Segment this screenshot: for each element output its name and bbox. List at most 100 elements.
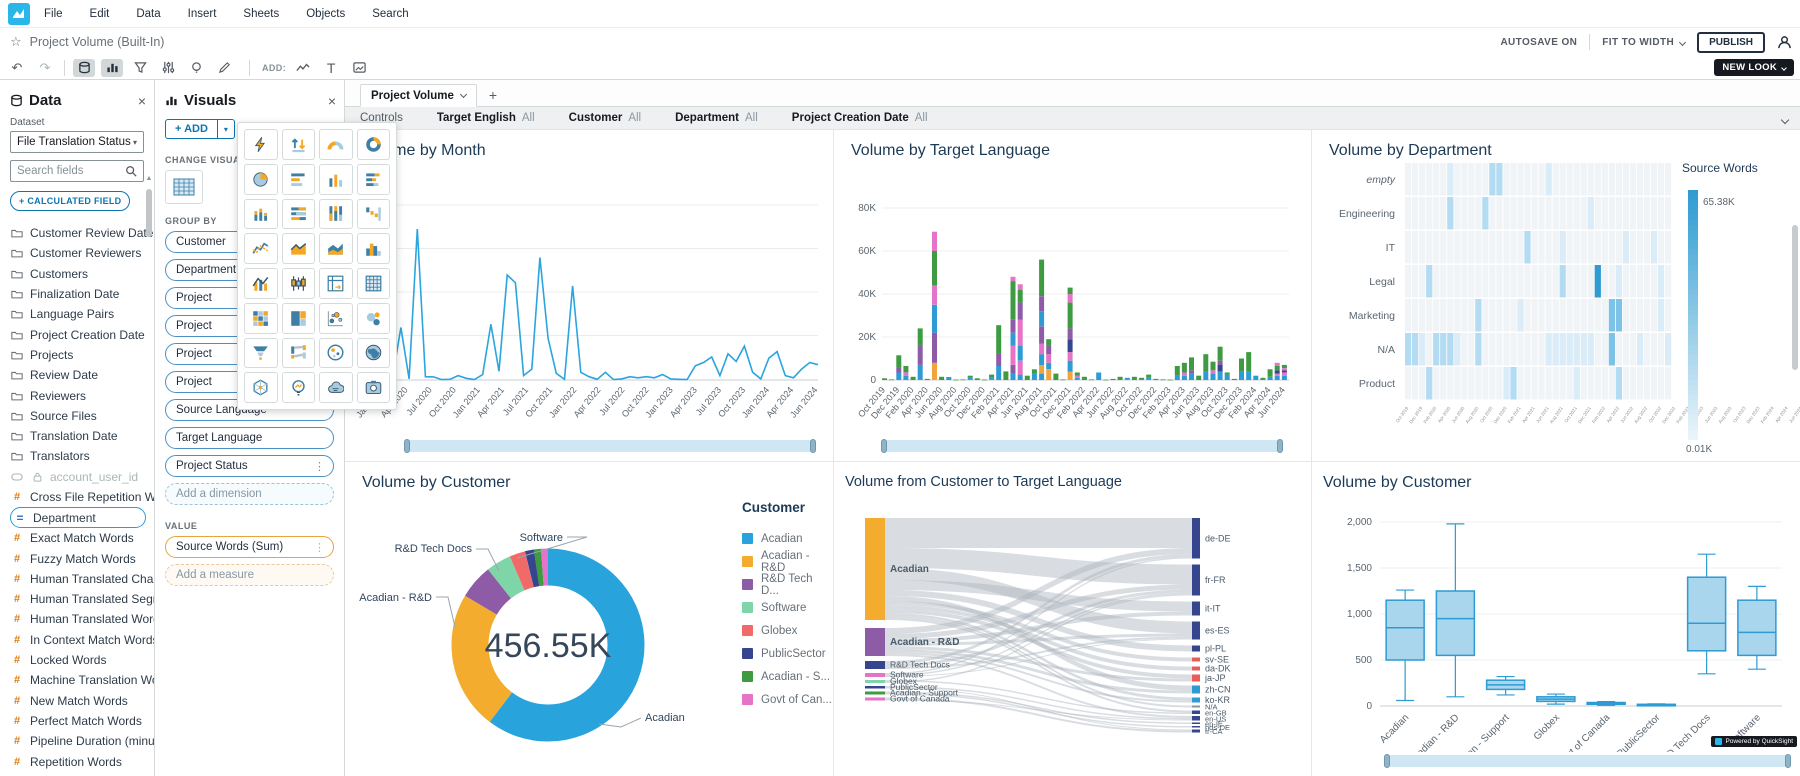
visual-type-pie-chart-icon[interactable] xyxy=(244,164,278,195)
publish-button[interactable]: PUBLISH xyxy=(1697,32,1765,53)
field-human-translated-words[interactable]: #Human Translated Words xyxy=(10,609,154,629)
month-range-slider[interactable] xyxy=(405,440,815,452)
visual-type-pivot-table-icon[interactable] xyxy=(319,268,353,299)
well-menu-icon[interactable]: ⋮ xyxy=(314,460,325,473)
sheet-tab[interactable]: Project Volume xyxy=(360,84,477,107)
filter-project-creation-date[interactable]: Project Creation DateAll xyxy=(792,112,928,124)
field-folder[interactable]: Customer Reviewers xyxy=(10,243,154,263)
value-well[interactable]: Source Words (Sum)⋮ xyxy=(165,536,334,558)
visual-type-box-plot-icon[interactable] xyxy=(282,268,316,299)
add-text-icon[interactable]: T xyxy=(320,59,342,77)
collapse-controls-icon[interactable] xyxy=(1782,114,1788,126)
filter-target-english[interactable]: Target EnglishAll xyxy=(437,112,535,124)
group-by-well[interactable]: Target Language xyxy=(165,427,334,449)
field-folder[interactable]: Translation Date xyxy=(10,426,154,446)
visual-type-horizontal-bar-chart-icon[interactable] xyxy=(282,164,316,195)
visual-type-horizontal-100-stacked-bar-chart-icon[interactable] xyxy=(282,199,316,230)
field-human-translated-segments[interactable]: #Human Translated Segments xyxy=(10,589,154,609)
visual-type-area-line-chart-icon[interactable] xyxy=(282,233,316,264)
visual-type-table-icon[interactable] xyxy=(357,268,391,299)
field-folder[interactable]: Reviewers xyxy=(10,385,154,405)
undo-icon[interactable]: ↶ xyxy=(6,59,28,77)
visual-type-line-chart-icon[interactable] xyxy=(244,233,278,264)
visual-type-tree-map-icon[interactable] xyxy=(282,303,316,334)
field-folder[interactable]: Projects xyxy=(10,345,154,365)
add-image-icon[interactable] xyxy=(348,59,370,77)
visual-type-funnel-chart-icon[interactable] xyxy=(244,338,278,369)
menu-edit[interactable]: Edit xyxy=(90,8,110,20)
parameters-icon[interactable] xyxy=(157,59,179,77)
target-language-range-slider[interactable] xyxy=(882,440,1282,452)
visual-type-gauge-icon[interactable] xyxy=(319,129,353,160)
menu-insert[interactable]: Insert xyxy=(188,8,217,20)
visual-type-kpi-icon[interactable] xyxy=(282,129,316,160)
filter-customer[interactable]: CustomerAll xyxy=(569,112,641,124)
visual-type-histogram-icon[interactable] xyxy=(357,233,391,264)
quicksight-logo-icon[interactable] xyxy=(8,3,30,25)
field-human-translated-characters[interactable]: #Human Translated Characters xyxy=(10,569,154,589)
field-machine-translation-words[interactable]: #Machine Translation Words xyxy=(10,670,154,690)
visuals-panel-close-icon[interactable]: × xyxy=(328,94,336,108)
field-folder[interactable]: Translators xyxy=(10,446,154,466)
visual-type-bubble-chart-icon[interactable] xyxy=(357,303,391,334)
insights-icon[interactable] xyxy=(185,59,207,77)
current-visual-table-tile[interactable] xyxy=(165,170,203,204)
legend-item[interactable]: Globex xyxy=(742,619,832,642)
field-pipeline-duration-minutes-[interactable]: #Pipeline Duration (minutes) xyxy=(10,731,154,751)
visual-type-stacked-area-chart-icon[interactable] xyxy=(319,233,353,264)
menu-file[interactable]: File xyxy=(44,8,63,20)
add-visual-caret[interactable]: ▾ xyxy=(218,119,235,139)
visual-type-insight-icon[interactable] xyxy=(282,372,316,403)
visual-type-horizontal-stacked-bar-chart-icon[interactable] xyxy=(357,164,391,195)
menu-sheets[interactable]: Sheets xyxy=(243,8,279,20)
well-menu-icon[interactable]: ⋮ xyxy=(314,541,325,554)
field-folder[interactable]: Finalization Date xyxy=(10,284,154,304)
field-repetition-words[interactable]: #Repetition Words xyxy=(10,751,154,771)
field-exact-match-words[interactable]: #Exact Match Words xyxy=(10,528,154,548)
menu-search[interactable]: Search xyxy=(372,8,408,20)
user-icon[interactable] xyxy=(1777,35,1792,50)
visual-type-radar-chart-icon[interactable] xyxy=(244,372,278,403)
visual-type-points-on-map-icon[interactable] xyxy=(319,338,353,369)
field-folder[interactable]: Review Date xyxy=(10,365,154,385)
visual-type-sankey-diagram-icon[interactable] xyxy=(282,338,316,369)
legend-item[interactable]: Acadian - S... xyxy=(742,665,832,688)
data-icon[interactable] xyxy=(73,59,95,77)
visual-type-heat-map-icon[interactable] xyxy=(244,303,278,334)
visual-type-combo-chart-icon[interactable] xyxy=(244,268,278,299)
field-in-context-match-words[interactable]: #In Context Match Words xyxy=(10,630,154,650)
visual-type-custom-visual-icon[interactable] xyxy=(357,372,391,403)
visual-type-vertical-stacked-bar-chart-icon[interactable] xyxy=(244,199,278,230)
legend-item[interactable]: Software xyxy=(742,596,832,619)
legend-item[interactable]: PublicSector xyxy=(742,642,832,665)
visual-type-filled-map-icon[interactable] xyxy=(357,338,391,369)
visual-type-donut-chart-icon[interactable] xyxy=(357,129,391,160)
add-sheet-icon[interactable]: + xyxy=(489,87,497,106)
fit-to-width-dropdown[interactable]: FIT TO WIDTH xyxy=(1602,37,1685,48)
new-look-toggle[interactable]: NEW LOOK xyxy=(1714,59,1794,76)
field-review-duration-minutes-[interactable]: #Review Duration (minutes) xyxy=(10,772,154,776)
group-by-well[interactable]: Project Status⋮ xyxy=(165,455,334,477)
box-plot-range-slider[interactable] xyxy=(1385,755,1790,767)
data-panel-close-icon[interactable]: × xyxy=(138,94,146,108)
visual-type-scatter-plot-icon[interactable] xyxy=(319,303,353,334)
visual-type-waterfall-chart-icon[interactable] xyxy=(357,199,391,230)
dashboard-scrollbar[interactable] xyxy=(1792,225,1798,370)
field-new-match-words[interactable]: #New Match Words xyxy=(10,691,154,711)
menu-objects[interactable]: Objects xyxy=(306,8,345,20)
calculated-field-button[interactable]: + CALCULATED FIELD xyxy=(10,191,130,211)
dataset-select[interactable]: File Translation Status▾ xyxy=(10,131,144,153)
field-department[interactable]: =Department xyxy=(10,507,146,528)
filter-department[interactable]: DepartmentAll xyxy=(675,112,758,124)
field-folder[interactable]: Customers xyxy=(10,264,154,284)
legend-item[interactable]: R&D Tech D... xyxy=(742,573,832,596)
visual-type-word-cloud-icon[interactable] xyxy=(319,372,353,403)
field-folder[interactable]: Project Creation Date xyxy=(10,324,154,344)
field-locked-words[interactable]: #Locked Words xyxy=(10,650,154,670)
filter-icon[interactable] xyxy=(129,59,151,77)
visual-type-insights-icon[interactable] xyxy=(244,129,278,160)
data-panel-scrollbar[interactable]: ▲ xyxy=(145,175,153,772)
field-folder[interactable]: Language Pairs xyxy=(10,304,154,324)
field-perfect-match-words[interactable]: #Perfect Match Words xyxy=(10,711,154,731)
field-cross-file-repetition-words[interactable]: #Cross File Repetition Words xyxy=(10,487,154,507)
